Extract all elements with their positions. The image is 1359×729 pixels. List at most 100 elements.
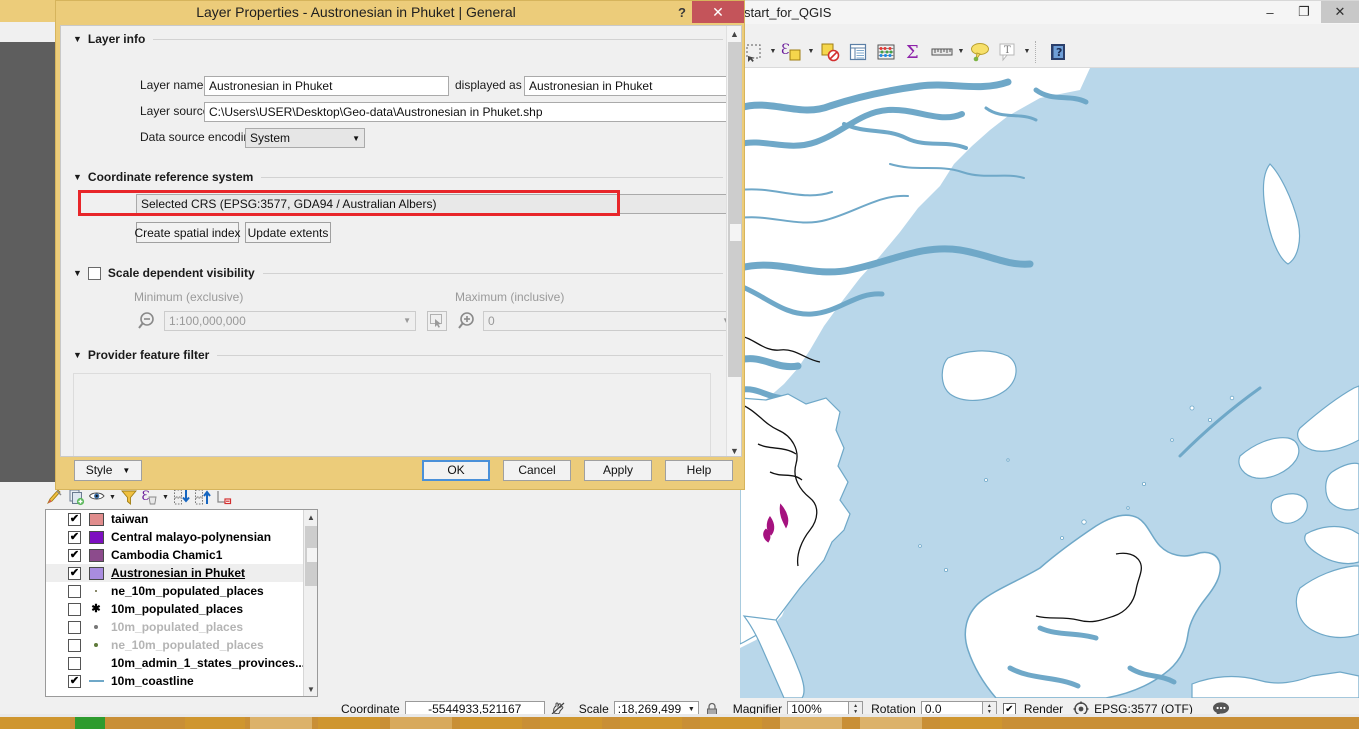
scroll-up-icon[interactable]: ▲ xyxy=(304,510,317,524)
manage-visibility-icon[interactable] xyxy=(86,487,107,507)
manage-visibility-arrow[interactable]: ▼ xyxy=(107,487,118,507)
provider-filter-textarea[interactable] xyxy=(73,373,711,456)
filter-legend-icon[interactable] xyxy=(118,487,139,507)
window-minimize-button[interactable]: – xyxy=(1253,1,1287,23)
taskbar-item[interactable] xyxy=(185,717,245,729)
set-min-to-canvas-scale-button[interactable] xyxy=(427,311,447,331)
select-dropdown-arrow[interactable]: ▼ xyxy=(768,39,778,65)
map-canvas[interactable] xyxy=(740,68,1359,698)
dialog-close-button[interactable]: ✕ xyxy=(692,1,744,23)
measure-dropdown-arrow[interactable]: ▼ xyxy=(956,39,966,65)
ok-button[interactable]: OK xyxy=(422,459,490,481)
window-maximize-button[interactable]: ❐ xyxy=(1287,1,1321,23)
layer-visibility-checkbox[interactable]: ✔ xyxy=(68,674,81,688)
taskbar-item[interactable] xyxy=(460,717,522,729)
taskbar-item[interactable] xyxy=(780,717,842,729)
taskbar-item[interactable] xyxy=(318,717,380,729)
taskbar-item[interactable] xyxy=(250,717,312,729)
layers-scrollbar[interactable]: ▲ ▼ xyxy=(303,510,317,696)
qgis-menubar xyxy=(740,24,1359,36)
help-button[interactable]: Help xyxy=(665,459,733,481)
crs-combo[interactable]: Selected CRS (EPSG:3577, GDA94 / Austral… xyxy=(136,194,741,214)
taskbar-item[interactable] xyxy=(860,717,922,729)
window-close-button[interactable]: ✕ xyxy=(1321,1,1359,23)
layer-label: Central malayo-polynensian xyxy=(111,530,272,544)
style-button[interactable]: Style ▼ xyxy=(74,459,142,481)
scroll-up-icon[interactable]: ▲ xyxy=(727,26,741,41)
layer-visibility-checkbox[interactable] xyxy=(68,620,81,634)
layer-visibility-checkbox[interactable]: ✔ xyxy=(68,512,81,526)
taskbar-item[interactable] xyxy=(540,717,602,729)
expand-all-icon[interactable] xyxy=(171,487,192,507)
sum-sigma-icon[interactable]: Σ xyxy=(901,39,927,65)
layers-scroll-track[interactable] xyxy=(304,524,317,682)
layer-visibility-checkbox[interactable] xyxy=(68,584,81,598)
dialog-scrollbar[interactable]: ▲ ▼ xyxy=(726,26,741,456)
statistics-abacus-icon[interactable] xyxy=(873,39,899,65)
displayed-as-input[interactable]: Austronesian in Phuket xyxy=(524,76,741,96)
minimum-scale-combo[interactable]: 1:100,000,000 ▼ xyxy=(164,311,416,331)
layer-row[interactable]: ne_10m_populated_places xyxy=(46,636,317,654)
provider-filter-header[interactable]: ▼ Provider feature filter xyxy=(73,348,723,362)
layers-scroll-thumb[interactable] xyxy=(305,526,317,586)
open-attribute-table-icon[interactable] xyxy=(845,39,871,65)
collapse-all-icon[interactable] xyxy=(192,487,213,507)
layer-row[interactable]: ✔ 10m_coastline xyxy=(46,672,317,690)
scroll-down-icon[interactable]: ▼ xyxy=(727,443,741,456)
filter-legend-expression-icon[interactable]: Ɛ xyxy=(139,487,160,507)
layer-row[interactable]: ne_10m_populated_places xyxy=(46,582,317,600)
taskbar-item[interactable] xyxy=(75,717,105,729)
layer-name-input[interactable]: Austronesian in Phuket xyxy=(204,76,449,96)
dialog-scroll-thumb[interactable] xyxy=(728,42,741,377)
collapse-triangle-icon[interactable]: ▼ xyxy=(73,34,82,44)
crs-header[interactable]: ▼ Coordinate reference system xyxy=(73,170,723,184)
taskbar-item[interactable] xyxy=(700,717,762,729)
layer-row[interactable]: ✔ Cambodia Chamic1 xyxy=(46,546,317,564)
dialog-help-icon[interactable]: ? xyxy=(672,3,692,22)
cancel-button[interactable]: Cancel xyxy=(503,459,571,481)
layer-info-header[interactable]: ▼ Layer info xyxy=(73,32,723,46)
maximum-scale-combo[interactable]: 0 ▼ xyxy=(483,311,735,331)
collapse-triangle-icon[interactable]: ▼ xyxy=(73,268,82,278)
collapse-triangle-icon[interactable]: ▼ xyxy=(73,172,82,182)
filter-legend-expression-arrow[interactable]: ▼ xyxy=(160,487,171,507)
annotation-dropdown-arrow[interactable]: ▼ xyxy=(1022,39,1032,65)
data-source-encoding-combo[interactable]: System ▼ xyxy=(245,128,365,148)
taskbar-item[interactable] xyxy=(390,717,452,729)
field-calculator-icon[interactable]: Ɛ xyxy=(779,39,805,65)
map-tips-icon[interactable] xyxy=(967,39,993,65)
layer-row[interactable]: ✱ 10m_populated_places xyxy=(46,600,317,618)
layers-tree[interactable]: ✔ taiwan ✔ Central malayo-polynensian ✔ Cambo… xyxy=(45,509,318,697)
help-contents-icon[interactable]: ? xyxy=(1045,39,1071,65)
taskbar-item[interactable] xyxy=(0,717,70,729)
scroll-down-icon[interactable]: ▼ xyxy=(304,682,317,696)
scale-visibility-header[interactable]: ▼ Scale dependent visibility xyxy=(73,266,723,280)
field-calculator-dropdown-arrow[interactable]: ▼ xyxy=(806,39,816,65)
text-annotation-icon[interactable]: T xyxy=(995,39,1021,65)
layer-row[interactable]: ✔ taiwan xyxy=(46,510,317,528)
apply-button[interactable]: Apply xyxy=(584,459,652,481)
create-spatial-index-button[interactable]: Create spatial index xyxy=(134,222,241,243)
open-layer-styling-panel-icon[interactable] xyxy=(44,487,65,507)
taskbar-item[interactable] xyxy=(940,717,1002,729)
collapse-triangle-icon[interactable]: ▼ xyxy=(73,350,82,360)
layer-visibility-checkbox[interactable] xyxy=(68,656,81,670)
layer-source-input[interactable]: C:\Users\USER\Desktop\Geo-data\Austrones… xyxy=(204,102,741,122)
dot-point-icon xyxy=(94,625,98,629)
deselect-features-icon[interactable] xyxy=(817,39,843,65)
measure-line-icon[interactable] xyxy=(929,39,955,65)
remove-layer-icon[interactable] xyxy=(213,487,234,507)
update-extents-button[interactable]: Update extents xyxy=(245,222,331,243)
taskbar-item[interactable] xyxy=(620,717,682,729)
layer-visibility-checkbox[interactable]: ✔ xyxy=(68,548,81,562)
layer-visibility-checkbox[interactable]: ✔ xyxy=(68,530,81,544)
layer-row[interactable]: 10m_populated_places xyxy=(46,618,317,636)
add-group-icon[interactable] xyxy=(65,487,86,507)
layer-row[interactable]: 10m_admin_1_states_provinces... xyxy=(46,654,317,672)
layer-visibility-checkbox[interactable]: ✔ xyxy=(68,566,81,580)
scale-visibility-checkbox[interactable] xyxy=(87,266,101,280)
layer-row[interactable]: ✔ Austronesian in Phuket xyxy=(46,564,317,582)
layer-row[interactable]: ✔ Central malayo-polynensian xyxy=(46,528,317,546)
layer-visibility-checkbox[interactable] xyxy=(68,602,81,616)
layer-visibility-checkbox[interactable] xyxy=(68,638,81,652)
